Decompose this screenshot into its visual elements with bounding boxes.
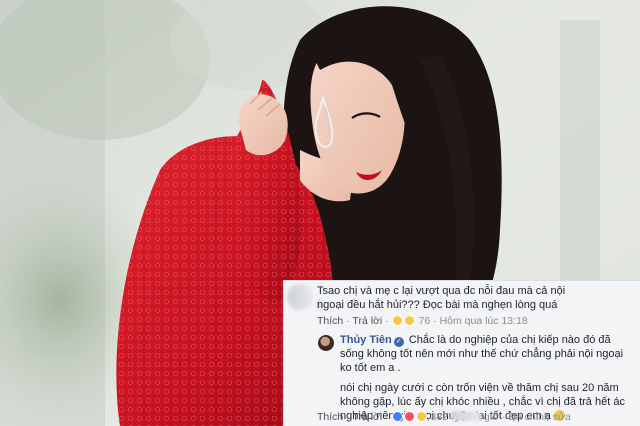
photo-scene: Tsao chị và mẹ c lại vượt qua đc nỗi đau… <box>0 0 640 426</box>
comment-time[interactable]: giờ <box>484 411 499 423</box>
reaction-count[interactable]: 382 <box>431 411 449 423</box>
edited-label[interactable]: Đã chỉnh sửa <box>508 411 570 423</box>
blurred-avatar <box>287 284 313 310</box>
comment-1-line-2: ngoại đều hắt hủi??? Đọc bài mà nghẹn lò… <box>317 299 558 311</box>
like-link[interactable]: Thích <box>317 315 343 327</box>
verified-badge-icon: ✓ <box>393 337 404 347</box>
sad-reaction-icon <box>403 315 415 326</box>
comment-2-body: Thủy Tiên ✓ Chắc là do nghiệp của chị kiế… <box>340 333 636 423</box>
comment-time[interactable]: Hôm qua lúc 13:18 <box>440 315 528 327</box>
author-name[interactable]: Thủy Tiên <box>340 334 392 346</box>
reply-link[interactable]: Trả lời <box>352 411 382 423</box>
love-reaction-icon <box>403 411 415 422</box>
comment-2-meta: Thích · Trả lời · 382 giờ · Đã chỉnh sửa <box>317 411 571 423</box>
reaction-count[interactable]: 76 <box>419 315 431 327</box>
reply-link[interactable]: Trả lời <box>352 315 382 327</box>
haha-reaction-icon <box>415 411 427 422</box>
comment-1-meta: Thích · Trả lời · 76 · Hôm qua lúc 13:18 <box>317 315 528 327</box>
avatar[interactable] <box>318 335 334 351</box>
haha-reaction-icon <box>391 315 403 326</box>
facebook-comments-panel: Tsao chị và mẹ c lại vượt qua đc nỗi đau… <box>283 280 640 426</box>
comment-1: Tsao chị và mẹ c lại vượt qua đc nỗi đau… <box>284 281 640 333</box>
like-link[interactable]: Thích <box>317 411 343 423</box>
comment-1-line-1: Tsao chị và mẹ c lại vượt qua đc nỗi đau… <box>317 285 566 297</box>
blurred-time <box>450 411 481 421</box>
like-reaction-icon <box>391 411 403 422</box>
comment-2: Thủy Tiên ✓ Chắc là do nghiệp của chị kiế… <box>284 333 640 426</box>
